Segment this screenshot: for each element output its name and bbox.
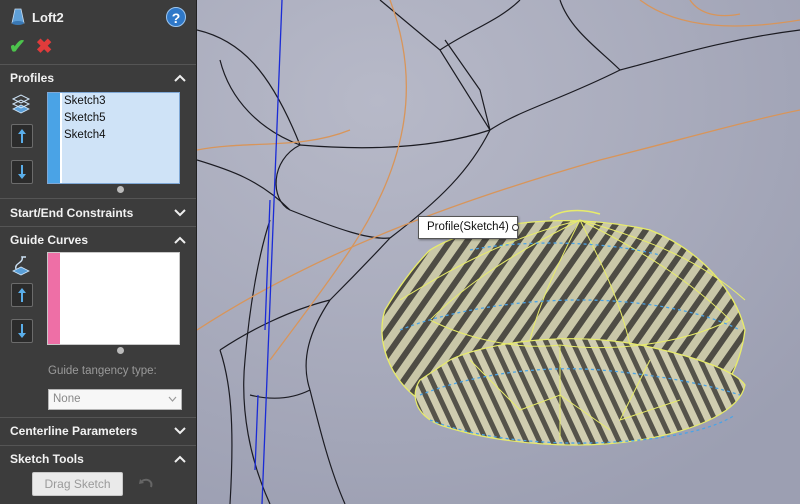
feature-title: Loft2: [32, 9, 64, 25]
guide-curves-color-stripe: [48, 253, 60, 344]
chevron-up-icon[interactable]: [174, 74, 186, 82]
feature-titlebar: Loft2 ?: [0, 0, 196, 34]
profiles-listbox[interactable]: Sketch3 Sketch5 Sketch4: [47, 92, 180, 184]
ok-button[interactable]: ✔: [9, 37, 26, 57]
list-item[interactable]: Sketch3: [62, 93, 179, 110]
guide-tangency-value: None: [53, 393, 81, 405]
chevron-up-icon[interactable]: [174, 455, 186, 463]
sketch-tools-section-header[interactable]: Sketch Tools: [0, 445, 196, 471]
profile-tooltip: Profile(Sketch4): [418, 216, 518, 239]
profiles-header-label: Profiles: [10, 70, 55, 85]
drag-sketch-button[interactable]: Drag Sketch: [32, 472, 123, 496]
centerline-header-label: Centerline Parameters: [10, 423, 138, 438]
guide-tangency-dropdown[interactable]: None: [48, 389, 182, 410]
property-manager-panel: Loft2 ? ✔ ✖ Profiles Sketch3 Sketch5 Ske…: [0, 0, 197, 504]
start-end-section-header[interactable]: Start/End Constraints: [0, 198, 196, 226]
guide-tangency-label: Guide tangency type:: [48, 365, 157, 377]
ok-cancel-row: ✔ ✖: [0, 34, 196, 60]
loft-icon: [11, 8, 25, 25]
guide-curves-listbox[interactable]: [47, 252, 180, 345]
guide-curves-area: [0, 252, 196, 360]
profiles-color-stripe: [48, 93, 60, 183]
list-item[interactable]: Sketch5: [62, 110, 179, 127]
profile-stack-icon: [11, 94, 31, 114]
tooltip-anchor-dot: [512, 224, 519, 231]
move-up-button[interactable]: [11, 124, 33, 148]
list-item[interactable]: Sketch4: [62, 127, 179, 144]
undo-icon[interactable]: [138, 477, 154, 491]
chevron-down-icon[interactable]: [174, 426, 186, 435]
arrow-up-icon: [18, 129, 26, 143]
arrow-up-icon: [18, 288, 26, 302]
chevron-up-icon[interactable]: [174, 236, 186, 244]
graphics-viewport[interactable]: Profile(Sketch4): [197, 0, 800, 504]
centerline-section-header[interactable]: Centerline Parameters: [0, 417, 196, 443]
cancel-button[interactable]: ✖: [36, 37, 53, 57]
help-icon[interactable]: ?: [166, 7, 186, 27]
guide-curve-icon: [12, 256, 30, 276]
arrow-down-icon: [18, 324, 26, 338]
resize-handle[interactable]: [117, 186, 124, 193]
sketch-tools-header-label: Sketch Tools: [10, 451, 84, 466]
chevron-down-icon[interactable]: [174, 208, 186, 217]
start-end-header-label: Start/End Constraints: [10, 205, 134, 220]
move-down-button[interactable]: [11, 160, 33, 184]
guide-curves-section-header[interactable]: Guide Curves: [0, 226, 196, 252]
profiles-section-header[interactable]: Profiles: [0, 64, 196, 90]
chevron-down-icon: [168, 396, 177, 402]
resize-handle[interactable]: [117, 347, 124, 354]
guide-curves-header-label: Guide Curves: [10, 232, 89, 247]
move-up-button[interactable]: [11, 283, 33, 307]
arrow-down-icon: [18, 165, 26, 179]
profiles-area: Sketch3 Sketch5 Sketch4: [0, 90, 196, 198]
model-canvas[interactable]: [197, 0, 800, 504]
move-down-button[interactable]: [11, 319, 33, 343]
